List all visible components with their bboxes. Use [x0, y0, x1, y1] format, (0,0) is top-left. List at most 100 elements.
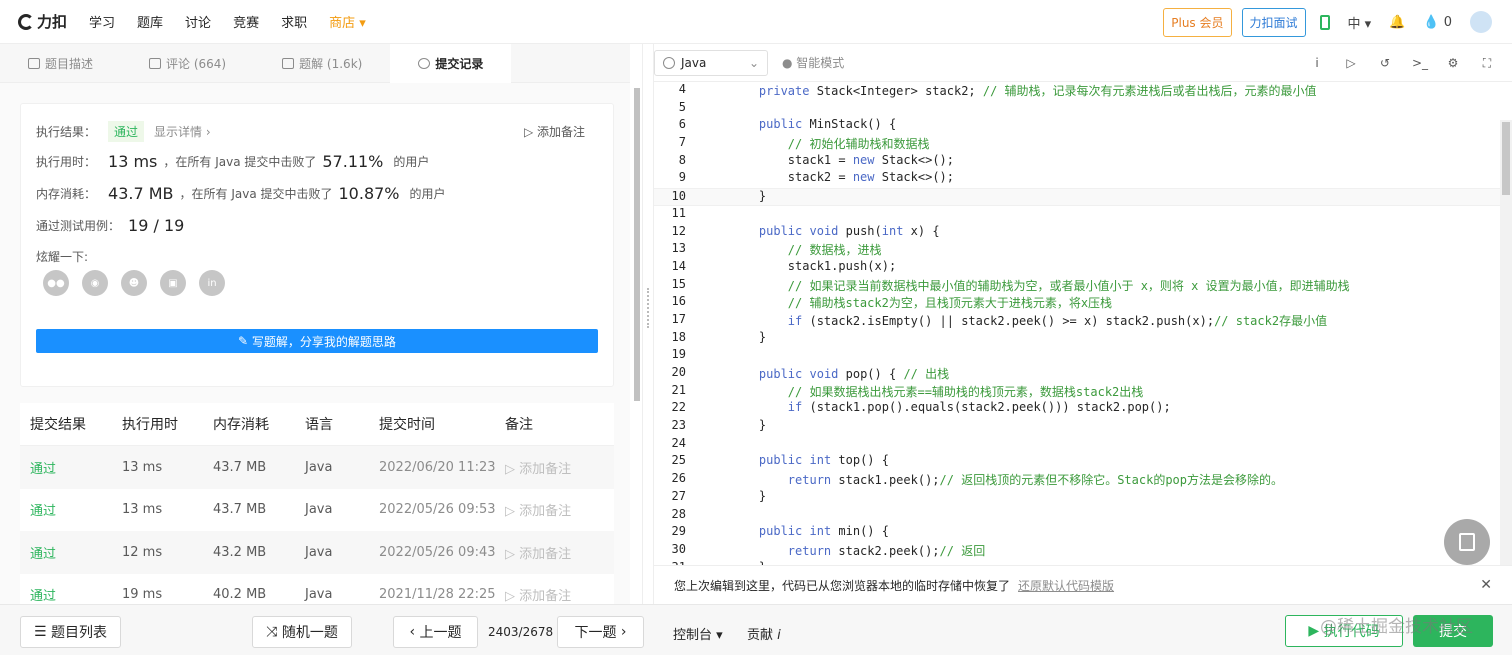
wechat-icon[interactable]: ●●	[43, 270, 69, 296]
contribute-button[interactable]: 贡献 i	[747, 624, 781, 643]
memory-percentile: 10.87%	[338, 184, 400, 203]
line-number: 11	[671, 205, 686, 220]
code-line[interactable]: 13 // 数据栈，进栈	[654, 241, 1500, 259]
code-line[interactable]: 16 // 辅助栈stack2为空，且栈顶元素大于进栈元素，将x压栈	[654, 294, 1500, 312]
code-line[interactable]: 21 // 如果数据栈出栈元素==辅助栈的栈顶元素，数据栈stack2出栈	[654, 383, 1500, 401]
settings-icon[interactable]: ⚙	[1446, 56, 1460, 70]
nav-item-shop[interactable]: 商店 ▾	[329, 12, 366, 31]
tab-label: 题目描述	[45, 57, 94, 71]
row-add-note[interactable]: ▷ 添加备注	[505, 543, 614, 562]
left-scrollbar-thumb[interactable]	[634, 88, 640, 401]
code-line[interactable]: 4 private Stack<Integer> stack2; // 辅助栈，…	[654, 82, 1500, 100]
code-line[interactable]: 17 if (stack2.isEmpty() || stack2.peek()…	[654, 312, 1500, 330]
show-details-link[interactable]: 显示详情 ›	[154, 123, 211, 140]
code-area[interactable]: 4 private Stack<Integer> stack2; // 辅助栈，…	[654, 82, 1500, 565]
plus-member-button[interactable]: Plus 会员	[1163, 7, 1232, 37]
terminal-icon[interactable]: >_	[1412, 56, 1428, 70]
line-number: 8	[678, 152, 686, 167]
row-add-note[interactable]: ▷ 添加备注	[505, 585, 614, 604]
code-line[interactable]: 8 stack1 = new Stack<>();	[654, 153, 1500, 171]
code-line[interactable]: 10 }	[654, 188, 1500, 206]
avatar[interactable]	[1470, 11, 1492, 33]
code-line[interactable]: 7 // 初始化辅助栈和数据栈	[654, 135, 1500, 153]
restore-default-link[interactable]: 还原默认代码模版	[1018, 577, 1114, 594]
code-text: return stack1.peek();// 返回栈顶的元素但不移除它。Sta…	[787, 473, 1284, 488]
row-status[interactable]: 通过	[20, 585, 122, 604]
linkedin-icon[interactable]: in	[199, 270, 225, 296]
play-icon[interactable]: ▷	[1344, 56, 1358, 70]
language-select[interactable]: Java ⌄	[654, 49, 768, 76]
nav-item-jobs[interactable]: 求职	[281, 12, 307, 31]
code-line[interactable]: 20 public void pop() { // 出栈	[654, 365, 1500, 383]
code-line[interactable]: 22 if (stack1.pop().equals(stack2.peek()…	[654, 400, 1500, 418]
restore-text: 您上次编辑到这里，代码已从您浏览器本地的临时存储中恢复了	[674, 578, 1011, 593]
nav-item-contest[interactable]: 竞赛	[233, 12, 259, 31]
interview-button[interactable]: 力扣面试	[1241, 7, 1306, 37]
language-switch[interactable]: 中 ▾	[1348, 13, 1372, 32]
douban-icon[interactable]: ▣	[160, 270, 186, 296]
bell-icon[interactable]: 🔔	[1389, 15, 1405, 30]
code-line[interactable]: 6 public MinStack() {	[654, 117, 1500, 135]
fullscreen-icon[interactable]: ⛶	[1480, 56, 1494, 70]
points[interactable]: 💧 0	[1423, 15, 1452, 30]
row-status[interactable]: 通过	[20, 500, 122, 519]
random-problem-button[interactable]: ⤨ 随机一题	[252, 616, 352, 648]
code-line[interactable]: 11	[654, 206, 1500, 224]
info-icon[interactable]: i	[1310, 56, 1324, 70]
qq-icon[interactable]: ☻	[121, 270, 147, 296]
table-row[interactable]: 通过 13 ms 43.7 MB Java 2022/06/20 11:23 ▷…	[20, 446, 614, 489]
code-line[interactable]: 12 public void push(int x) {	[654, 224, 1500, 242]
weibo-icon[interactable]: ◉	[82, 270, 108, 296]
row-status[interactable]: 通过	[20, 458, 122, 477]
tab-submissions[interactable]: 提交记录	[390, 44, 512, 83]
phone-icon[interactable]	[1319, 14, 1330, 30]
nav-item-learn[interactable]: 学习	[89, 12, 115, 31]
note-float-button[interactable]	[1444, 519, 1490, 565]
row-add-note[interactable]: ▷ 添加备注	[505, 500, 614, 519]
next-problem-button[interactable]: 下一题 ›	[557, 616, 644, 648]
tab-comments[interactable]: 评论 (664)	[121, 44, 254, 83]
code-line[interactable]: 27 }	[654, 489, 1500, 507]
code-line[interactable]: 23 }	[654, 418, 1500, 436]
reset-icon[interactable]: ↺	[1378, 56, 1392, 70]
table-row[interactable]: 通过 13 ms 43.7 MB Java 2022/05/26 09:53 ▷…	[20, 489, 614, 532]
tab-description[interactable]: 题目描述	[0, 44, 121, 83]
console-toggle[interactable]: 控制台 ▾	[673, 624, 723, 643]
code-line[interactable]: 25 public int top() {	[654, 453, 1500, 471]
prev-problem-button[interactable]: ‹ 上一题	[393, 616, 478, 648]
code-line[interactable]: 9 stack2 = new Stack<>();	[654, 170, 1500, 188]
logo[interactable]: 力扣	[18, 11, 67, 32]
write-solution-button[interactable]: ✎ 写题解，分享我的解题思路	[36, 329, 598, 353]
code-line[interactable]: 24	[654, 436, 1500, 454]
editor-scrollbar-thumb[interactable]	[1502, 122, 1510, 195]
code-line[interactable]: 5	[654, 100, 1500, 118]
problem-list-button[interactable]: ☰ 题目列表	[20, 616, 121, 648]
tab-solutions[interactable]: 题解 (1.6k)	[254, 44, 390, 83]
code-line[interactable]: 15 // 如果记录当前数据栈中最小值的辅助栈为空，或者最小值小于 x，则将 x…	[654, 277, 1500, 295]
code-line[interactable]: 30 return stack2.peek();// 返回	[654, 542, 1500, 560]
nav-item-discuss[interactable]: 讨论	[185, 12, 211, 31]
code-line[interactable]: 14 stack1.push(x);	[654, 259, 1500, 277]
description-icon	[28, 58, 40, 69]
smart-mode-toggle[interactable]: ● 智能模式	[782, 54, 844, 71]
table-row[interactable]: 通过 12 ms 43.2 MB Java 2022/05/26 09:43 ▷…	[20, 531, 614, 574]
code-line[interactable]: 29 public int min() {	[654, 524, 1500, 542]
add-note-button[interactable]: ▷ 添加备注	[524, 123, 585, 140]
close-icon[interactable]: ✕	[1480, 577, 1492, 593]
row-runtime: 19 ms	[122, 587, 163, 603]
code-line[interactable]: 28	[654, 507, 1500, 525]
row-status[interactable]: 通过	[20, 543, 122, 562]
code-line[interactable]: 19	[654, 347, 1500, 365]
left-pane: 题目描述 评论 (664) 题解 (1.6k) 提交记录 执行结果： 通过 显示…	[0, 44, 630, 616]
chevron-right-icon: ›	[616, 624, 627, 640]
row-add-note[interactable]: ▷ 添加备注	[505, 458, 614, 477]
line-number: 21	[671, 382, 686, 397]
nav-item-problems[interactable]: 题库	[137, 12, 163, 31]
code-text: }	[730, 189, 767, 204]
code-line[interactable]: 26 return stack1.peek();// 返回栈顶的元素但不移除它。…	[654, 471, 1500, 489]
tab-label: 提交记录	[435, 57, 484, 71]
code-line[interactable]: 18 }	[654, 330, 1500, 348]
memory-row: 内存消耗： 43.7 MB ，在所有 Java 提交中击败了 10.87% 的用…	[36, 184, 446, 203]
code-text: if (stack2.isEmpty() || stack2.peek() >=…	[787, 313, 1328, 328]
line-number: 30	[671, 541, 686, 556]
